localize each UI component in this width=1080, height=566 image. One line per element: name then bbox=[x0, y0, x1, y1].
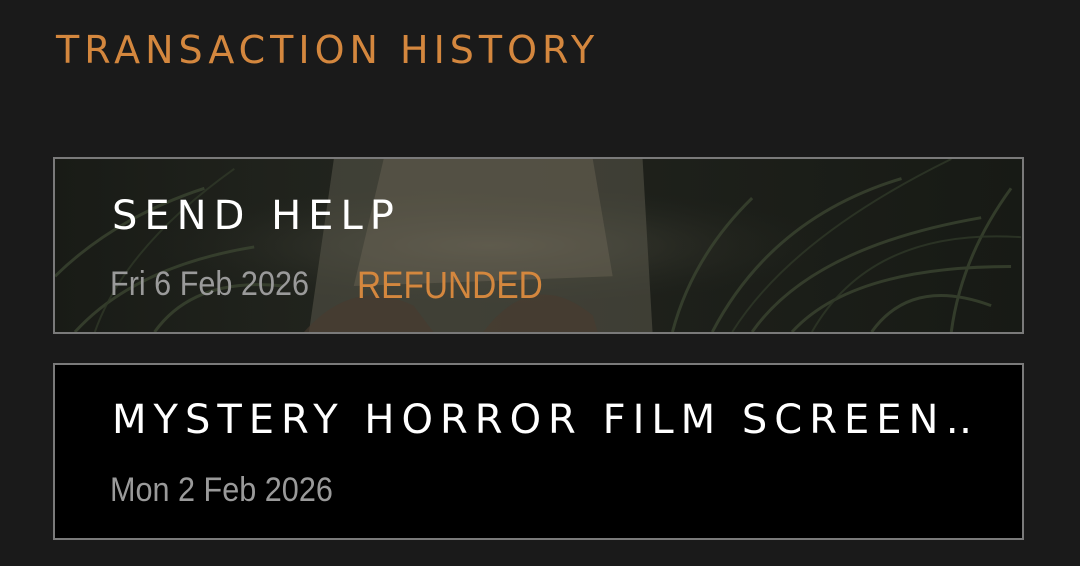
page-title: TRANSACTION HISTORY bbox=[56, 28, 600, 72]
transaction-date: Fri 6 Feb 2026 bbox=[110, 265, 310, 303]
transaction-card[interactable]: SEND HELP Fri 6 Feb 2026 REFUNDED bbox=[53, 157, 1024, 334]
status-badge: REFUNDED bbox=[357, 265, 543, 307]
transaction-date: Mon 2 Feb 2026 bbox=[110, 471, 333, 509]
transaction-title: MYSTERY HORROR FILM SCREEN… bbox=[112, 397, 972, 443]
transaction-title: SEND HELP bbox=[112, 193, 401, 239]
transaction-card[interactable]: MYSTERY HORROR FILM SCREEN… Mon 2 Feb 20… bbox=[53, 363, 1024, 540]
